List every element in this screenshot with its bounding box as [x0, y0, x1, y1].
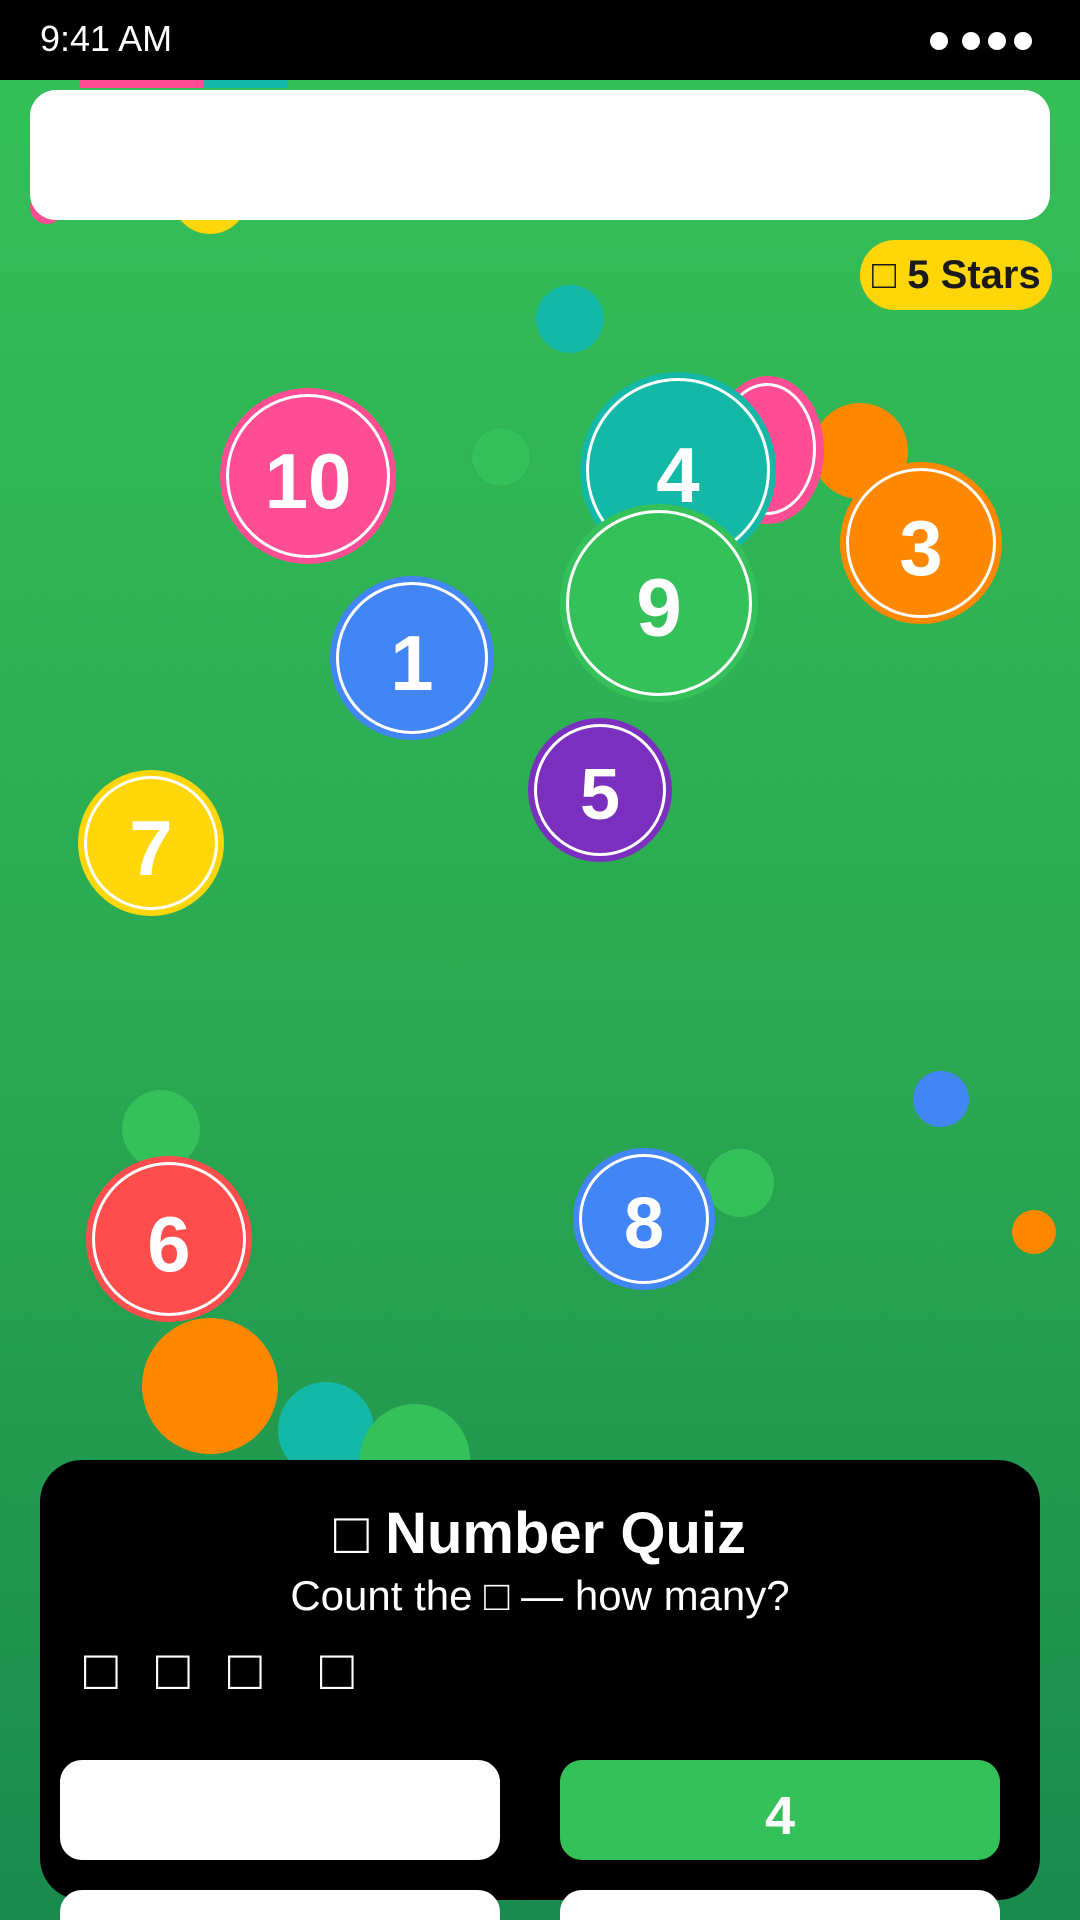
- number-bubble-1[interactable]: 1: [330, 576, 494, 740]
- bubble-number: 6: [147, 1199, 191, 1288]
- category-tab-strip-pink: [80, 80, 204, 88]
- number-bubble-9[interactable]: 9: [560, 504, 758, 702]
- stars-label: □ 5 Stars: [872, 253, 1041, 297]
- signal-dots-icon: [930, 32, 1036, 54]
- status-bar: 9:41 AM: [0, 0, 1080, 80]
- number-bubble-5[interactable]: 5: [528, 718, 672, 862]
- number-bubble-10[interactable]: 10: [220, 388, 396, 564]
- quiz-count-items: □ □ □ □: [84, 1640, 384, 1700]
- bubble-number: 7: [129, 803, 173, 892]
- quiz-panel: □ Number Quiz Count the □ — how many? □ …: [40, 1460, 1040, 1900]
- signal-dot: [962, 32, 980, 50]
- stars-badge: □ 5 Stars: [860, 240, 1052, 310]
- decorative-circle: [142, 1318, 278, 1454]
- bubble-number: 5: [579, 754, 621, 835]
- bubble-number: 9: [636, 562, 682, 654]
- signal-dot: [988, 32, 1006, 50]
- bubble-number: 8: [623, 1183, 665, 1264]
- decorative-circle: [913, 1071, 969, 1127]
- count-item-icon: □: [320, 1638, 354, 1701]
- top-card: [30, 90, 1050, 220]
- count-item-icon: □: [156, 1638, 190, 1701]
- category-tab-strip-teal: [204, 80, 288, 88]
- decorative-circle: [1012, 1210, 1056, 1254]
- answer-button-1[interactable]: [60, 1760, 500, 1860]
- bubble-number: 3: [899, 503, 943, 592]
- decorative-circle: [706, 1149, 774, 1217]
- number-bubble-8[interactable]: 8: [573, 1148, 715, 1290]
- number-bubble-6[interactable]: 6: [86, 1156, 252, 1322]
- decorative-circle: [536, 285, 604, 353]
- status-time: 9:41 AM: [40, 18, 173, 59]
- quiz-title: □ Number Quiz: [333, 1501, 747, 1566]
- answer-button-4[interactable]: [560, 1890, 1000, 1920]
- signal-dot: [930, 32, 948, 50]
- count-item-icon: □: [84, 1638, 118, 1701]
- number-bubble-7[interactable]: 7: [78, 770, 224, 916]
- number-bubble-3[interactable]: 3: [840, 462, 1002, 624]
- signal-dot: [1014, 32, 1032, 50]
- answer-button-2[interactable]: 4: [560, 1760, 1000, 1860]
- count-item-icon: □: [228, 1638, 262, 1701]
- decorative-circle: [472, 428, 530, 486]
- bubble-number: 1: [390, 618, 434, 707]
- bubble-number: 10: [264, 436, 352, 525]
- answer-button-3[interactable]: [60, 1890, 500, 1920]
- quiz-question: Count the □ — how many?: [290, 1572, 790, 1619]
